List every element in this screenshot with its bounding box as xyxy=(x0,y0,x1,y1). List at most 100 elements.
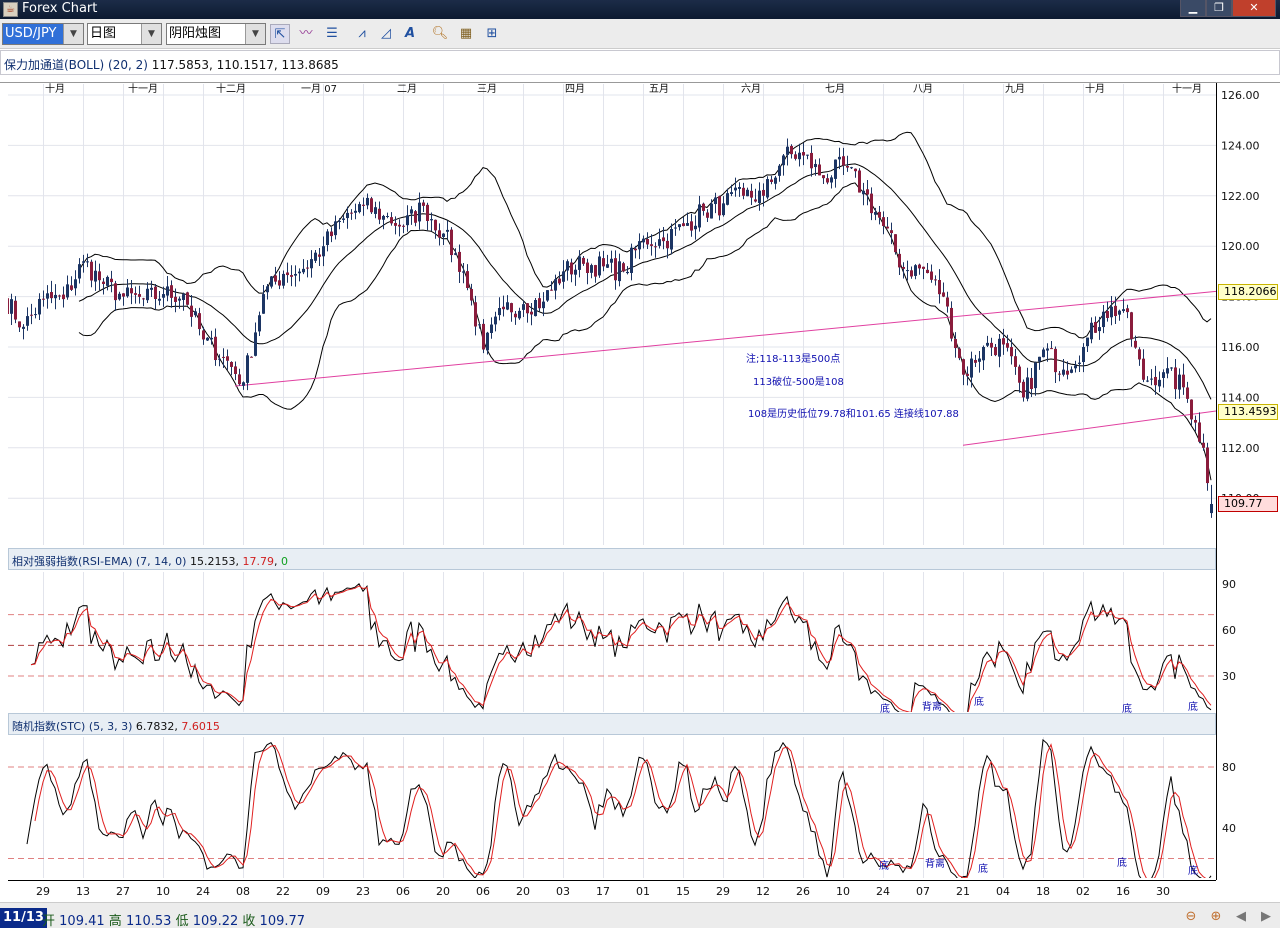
scroll-left-icon[interactable]: ◀ xyxy=(1231,907,1251,927)
candle-body xyxy=(234,366,237,374)
scroll-right-icon[interactable]: ▶ xyxy=(1256,907,1276,927)
price-tick-label: 122.00 xyxy=(1221,190,1260,203)
candle-body xyxy=(1118,310,1121,315)
candle-body xyxy=(974,359,977,363)
date-tick-label: 12 xyxy=(756,885,770,898)
window-title: Forex Chart xyxy=(22,1,98,16)
rsi-tick-label: 30 xyxy=(1222,670,1236,683)
minimize-button[interactable]: ▁ xyxy=(1180,0,1206,17)
candle-body xyxy=(614,258,617,281)
line-study-icon[interactable]: ⩘ xyxy=(352,24,372,44)
candle-body xyxy=(1198,422,1201,442)
candle-body xyxy=(1134,340,1137,348)
ohlc-readout: 开 109.41 高 110.53 低 109.22 收 109.77 xyxy=(42,914,306,929)
export-icon[interactable]: ▦ xyxy=(456,24,476,44)
candle-body xyxy=(1086,337,1089,347)
symbol-select[interactable]: USD/JPY ▼ xyxy=(2,23,84,45)
candle-body xyxy=(282,273,285,286)
candle-body xyxy=(914,265,917,276)
candle-body xyxy=(542,301,545,309)
date-tick-label: 09 xyxy=(316,885,330,898)
stc-tick-label: 40 xyxy=(1222,822,1236,835)
candle-body xyxy=(126,287,129,297)
candle-body xyxy=(58,295,61,297)
candle-body xyxy=(338,220,341,222)
candle-body xyxy=(774,177,777,184)
candle-body xyxy=(638,241,641,250)
zoom-out-icon[interactable]: ⊖ xyxy=(1181,907,1201,927)
candle-body xyxy=(238,374,241,385)
chart-type-select[interactable]: 阴阳烛图 ▼ xyxy=(166,23,266,45)
date-tick-label: 15 xyxy=(676,885,690,898)
candle-body xyxy=(590,265,593,273)
chevron-down-icon[interactable]: ▼ xyxy=(141,24,161,44)
month-label: 八月 xyxy=(913,83,933,95)
candle-body xyxy=(966,373,969,376)
candle-body xyxy=(142,298,145,300)
chevron-down-icon[interactable]: ▼ xyxy=(63,24,83,44)
candle-body xyxy=(122,293,125,297)
candle-body xyxy=(658,239,661,246)
candle-body xyxy=(306,267,309,269)
restore-button[interactable]: ❐ xyxy=(1206,0,1232,17)
month-label: 四月 xyxy=(565,83,585,95)
cursor-arrow-icon[interactable]: ⇱ xyxy=(270,24,290,44)
text-tool-icon[interactable]: A xyxy=(400,24,420,44)
candle-body xyxy=(1070,369,1073,373)
stc-mark: 底 xyxy=(1117,858,1127,869)
candle-body xyxy=(70,285,73,290)
date-tick-label: 07 xyxy=(916,885,930,898)
period-select[interactable]: 日图 ▼ xyxy=(87,23,162,45)
status-bar: 11/13 开 109.41 高 110.53 低 109.22 收 109.7… xyxy=(0,902,1280,929)
candle-body xyxy=(230,361,233,367)
candle-body xyxy=(1038,356,1041,362)
month-label: 十二月 xyxy=(216,82,246,95)
close-button[interactable]: ✕ xyxy=(1232,0,1276,17)
candle-body xyxy=(578,256,581,270)
candle-body xyxy=(782,155,785,166)
price-chart[interactable]: 126.00124.00122.00120.00118.00116.00114.… xyxy=(0,78,1280,902)
panel-icon[interactable]: ☰ xyxy=(322,24,342,44)
candle-body xyxy=(602,258,605,267)
rsi-mark: 底 xyxy=(1122,704,1132,715)
candle-body xyxy=(586,262,589,273)
area-study-icon[interactable]: ◿ xyxy=(376,24,396,44)
candle-body xyxy=(526,303,529,314)
candle-body xyxy=(886,226,889,229)
rsi-tick-label: 60 xyxy=(1222,624,1236,637)
candle-body xyxy=(754,199,757,202)
candle-body xyxy=(710,203,713,219)
date-tick-label: 23 xyxy=(356,885,370,898)
chevron-down-icon[interactable]: ▼ xyxy=(245,24,265,44)
candle-body xyxy=(166,286,169,296)
symbol-value: USD/JPY xyxy=(5,26,57,41)
stc-mark: 底 xyxy=(879,861,889,872)
candle-body xyxy=(1102,311,1105,328)
zoom-in-icon[interactable]: ⊕ xyxy=(1206,907,1226,927)
chart-type-value: 阴阳烛图 xyxy=(169,26,222,41)
candle-body xyxy=(502,306,505,310)
annotation-text: 108是历史低位79.78和101.65 连接线107.88 xyxy=(748,409,959,420)
candle-body xyxy=(342,218,345,220)
candle-body xyxy=(398,224,401,227)
candle-body xyxy=(850,167,853,169)
candle-body xyxy=(406,215,409,226)
candle-body xyxy=(894,234,897,253)
candle-body xyxy=(174,296,177,302)
indicator-icon[interactable]: 〰 xyxy=(296,24,316,44)
candle-body xyxy=(854,168,857,172)
stc-k-line xyxy=(26,738,1212,878)
candle-body xyxy=(486,332,489,351)
candle-body xyxy=(410,209,413,214)
candle-body xyxy=(190,305,193,317)
candle-body xyxy=(138,294,141,297)
candle-body xyxy=(958,348,961,359)
candle-body xyxy=(474,302,477,327)
layout-icon[interactable]: ⊞ xyxy=(482,24,502,44)
candle-body xyxy=(1026,377,1029,399)
price-tick-label: 126.00 xyxy=(1221,89,1260,102)
zoom-icon[interactable]: 🔍︎ xyxy=(430,24,450,44)
date-tick-label: 08 xyxy=(236,885,250,898)
candle-body xyxy=(1106,311,1109,318)
candle-body xyxy=(766,179,769,198)
